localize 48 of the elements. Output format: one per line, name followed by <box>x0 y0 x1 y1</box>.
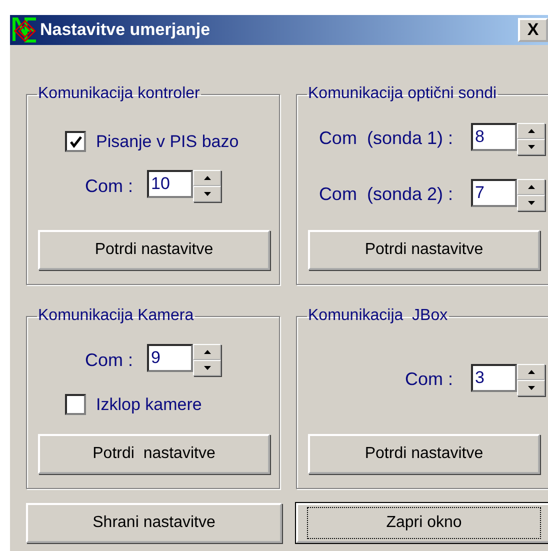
spin-up-button[interactable] <box>193 344 221 360</box>
app-icon <box>12 17 38 43</box>
spin-up-button[interactable] <box>517 364 545 380</box>
confirm-button[interactable]: Potrdi nastavitve <box>308 434 540 474</box>
number-field[interactable]: 10 <box>147 170 193 198</box>
up-arrow-icon <box>528 128 534 132</box>
group-title: Komunikacija optični sondi <box>307 85 498 103</box>
field-label: Com (sonda 1) : <box>318 128 453 149</box>
spin-down-button[interactable] <box>517 194 545 210</box>
spin-down-button[interactable] <box>193 186 221 202</box>
check-icon <box>68 134 82 148</box>
up-arrow-icon <box>204 350 210 354</box>
spin-up-button[interactable] <box>193 170 221 186</box>
confirm-button[interactable]: Potrdi nastavitve <box>38 230 270 270</box>
down-arrow-icon <box>528 200 534 204</box>
confirm-button[interactable]: Potrdi nastavitve <box>308 230 540 270</box>
field-label: Com : <box>84 176 133 196</box>
field-label: Com : <box>84 350 133 370</box>
field-label: Com : <box>404 369 453 390</box>
checkbox-label: Pisanje v PIS bazo <box>96 132 239 152</box>
spin-up-button[interactable] <box>517 122 545 138</box>
down-arrow-icon <box>204 192 210 196</box>
up-arrow-icon <box>528 184 534 188</box>
spin-down-button[interactable] <box>517 380 545 396</box>
close-button[interactable]: X <box>518 18 548 42</box>
spin-down-button[interactable] <box>517 138 545 154</box>
down-arrow-icon <box>528 386 534 390</box>
down-arrow-icon <box>528 144 534 148</box>
number-field[interactable]: 8 <box>471 122 517 150</box>
confirm-button[interactable]: Potrdi nastavitve <box>38 434 270 474</box>
number-field[interactable]: 7 <box>471 178 517 206</box>
up-arrow-icon <box>528 370 534 374</box>
number-field[interactable]: 3 <box>471 364 517 392</box>
spin-up-button[interactable] <box>517 178 545 194</box>
window-title: Nastavitve umerjanje <box>40 20 212 40</box>
number-field[interactable]: 9 <box>147 344 193 372</box>
dialog-button[interactable]: Shrani nastavitve <box>26 503 282 543</box>
field-label: Com (sonda 2) : <box>318 184 453 205</box>
down-arrow-icon <box>204 366 210 370</box>
group-title: Komunikacija kontroler <box>37 85 201 103</box>
spin-down-button[interactable] <box>193 360 221 376</box>
checkbox[interactable] <box>65 394 86 415</box>
group-title: Komunikacija JBox <box>307 307 449 325</box>
up-arrow-icon <box>204 176 210 180</box>
checkbox-label: Izklop kamere <box>96 394 202 414</box>
group-title: Komunikacija Kamera <box>37 307 195 325</box>
dialog-button[interactable]: Zapri okno <box>296 503 548 543</box>
checkbox[interactable] <box>65 131 86 152</box>
